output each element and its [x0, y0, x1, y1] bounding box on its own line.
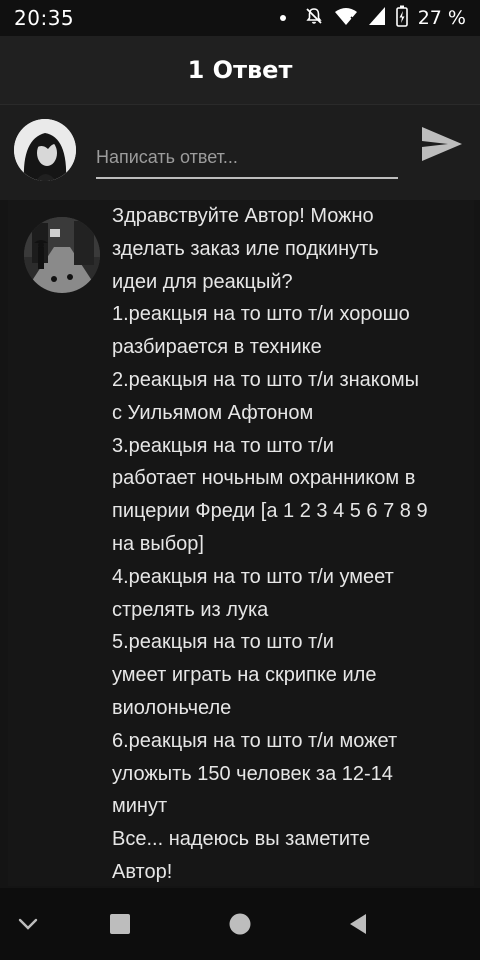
- comment-line: пицерии Фреди [а 1 2 3 4 5 6 7 8 9: [112, 500, 428, 523]
- signal-icon: [368, 6, 386, 30]
- comment-line: 5.реакцыя на то што т/и: [112, 631, 334, 654]
- notification-dot-icon: [279, 15, 286, 21]
- my-avatar[interactable]: [14, 119, 76, 181]
- reply-input[interactable]: [96, 137, 398, 179]
- status-bar: 20:35 27 %: [0, 0, 480, 36]
- comment-line: минут: [112, 795, 168, 818]
- comment-line: 1.реакцыя на то што т/и хорошо: [112, 303, 410, 326]
- send-button[interactable]: [418, 124, 466, 168]
- status-icons: 27 %: [279, 5, 466, 31]
- comment-line: разбирается в технике: [112, 336, 322, 359]
- comment-line: уложыть 150 человек за 12-14: [112, 762, 393, 785]
- comment-line: 4.реакцыя на то што т/и умеет: [112, 565, 394, 588]
- comment-line: на выбор]: [112, 532, 204, 555]
- wifi-icon: [334, 6, 358, 30]
- recents-square-icon[interactable]: [102, 906, 138, 942]
- chevron-down-icon[interactable]: [10, 906, 46, 942]
- commenter-avatar[interactable]: [24, 217, 100, 293]
- mute-icon: [304, 6, 324, 30]
- header: 1 Ответ: [0, 36, 480, 105]
- battery-percent: 27 %: [417, 7, 466, 29]
- nav-bar: [0, 888, 480, 960]
- comment-line: 6.реакцыя на то што т/и может: [112, 729, 398, 752]
- comment-line: с Уильямом Афтоном: [112, 401, 314, 424]
- comment-line: стрелять из лука: [112, 598, 269, 621]
- comment-line: виолоньчеле: [112, 696, 232, 719]
- comment-line: Все... надеюсь вы заметите: [112, 828, 371, 851]
- send-icon: [420, 125, 464, 167]
- comment-text: Здравствуйте Автор! Можно зделать заказ и…: [112, 200, 468, 886]
- page-title: 1 Ответ: [187, 56, 293, 84]
- comment-line: Здравствуйте Автор! Можно: [112, 205, 374, 227]
- back-triangle-icon[interactable]: [340, 906, 376, 942]
- battery-charging-icon: [395, 5, 408, 31]
- reply-row: [0, 105, 480, 200]
- comment-line: 3.реакцыя на то што т/и: [112, 434, 334, 457]
- comment-line: Автор!: [112, 860, 173, 883]
- comment-line: работает ночьным охранником в: [112, 467, 416, 490]
- home-circle-icon[interactable]: [222, 906, 258, 942]
- comment-line: зделать заказ иле подкинуть: [112, 237, 379, 260]
- status-time: 20:35: [14, 6, 75, 30]
- comment-line: идеи для реакцый?: [112, 270, 293, 293]
- comment-line: умеет играть на скрипке иле: [112, 664, 377, 687]
- comment-item: Здравствуйте Автор! Можно зделать заказ и…: [8, 200, 474, 886]
- comment-line: 2.реакцыя на то што т/и знакомы: [112, 368, 420, 391]
